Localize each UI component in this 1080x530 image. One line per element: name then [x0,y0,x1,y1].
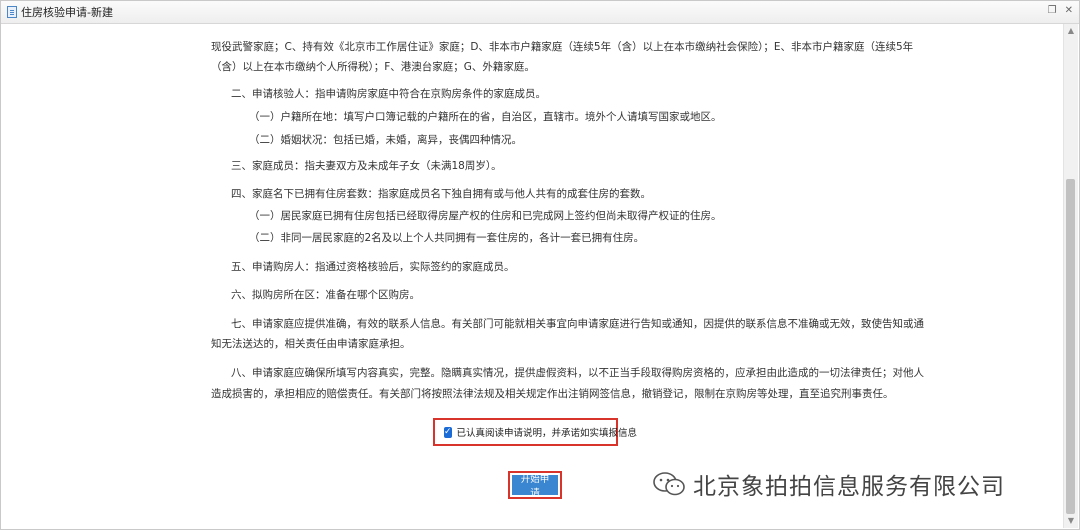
note-section-4: 四、家庭名下已拥有住房套数：指家庭成员名下独自拥有或与他人共有的成套住房的套数。 [231,188,651,200]
window-controls: ❐ ✕ [1048,5,1073,16]
note-line: （一）居民家庭已拥有住房包括已经取得房屋产权的住房和已完成网上签约但尚未取得产权… [249,210,722,222]
scroll-up-icon[interactable]: ▲ [1064,24,1078,38]
window-title: 住房核验申请-新建 [21,6,113,19]
application-window: 住房核验申请-新建 ❐ ✕ 现役武警家庭；C、持有效《北京市工作居住证》家庭；D… [0,0,1080,530]
document-icon [7,6,17,18]
start-application-button[interactable]: 开始申请 [512,474,558,499]
watermark-text: 北京象拍拍信息服务有限公司 [693,474,1005,500]
note-section-5: 五、申请购房人：指通过资格核验后，实际签约的家庭成员。 [231,261,515,273]
note-section-8: 八、申请家庭应确保所填写内容真实，完整。隐瞒真实情况，提供虚假资料，以不正当手段… [231,367,924,379]
vertical-scrollbar[interactable]: ▲ ▼ [1063,24,1078,528]
note-line: （二）婚姻状况：包括已婚，未婚，离异，丧偶四种情况。 [249,134,522,146]
note-line: 造成损害的，承担相应的赔偿责任。有关部门将按照法律法规及相关规定作出注销网签信息… [211,388,894,400]
note-section-3: 三、家庭成员：指夫妻双方及未成年子女（未满18周岁）。 [231,160,502,172]
note-line: （二）非同一居民家庭的2名及以上个人共同拥有一套住房的，各计一套已拥有住房。 [249,232,645,244]
note-line: （含）以上在本市缴纳个人所得税）；F、港澳台家庭；G、外籍家庭。 [211,61,535,73]
agreement-checkbox[interactable]: ✓ [444,426,452,438]
note-section-2: 二、申请核验人：指申请购房家庭中符合在京购房条件的家庭成员。 [231,88,546,100]
watermark: 北京象拍拍信息服务有限公司 [651,467,1005,501]
note-line: （一）户籍所在地：填写户口簿记载的户籍所在的省，自治区，直辖市。境外个人请填写国… [249,111,722,123]
note-section-7: 七、申请家庭应提供准确，有效的联系人信息。有关部门可能就相关事宜向申请家庭进行告… [231,318,924,330]
agreement-label[interactable]: 已认真阅读申请说明，并承诺如实填报信息 [457,425,638,439]
start-button-highlight: 开始申请 [508,471,562,499]
scroll-down-icon[interactable]: ▼ [1064,514,1078,528]
note-section-6: 六、拟购房所在区：准备在哪个区购房。 [231,289,420,301]
note-line: 知无法送达的，相关责任由申请家庭承担。 [211,338,411,350]
instructions-panel: 现役武警家庭；C、持有效《北京市工作居住证》家庭；D、非本市户籍家庭（连续5年（… [1,24,1065,529]
scrollbar-thumb[interactable] [1066,179,1075,514]
wechat-icon [653,472,685,496]
agreement-checkbox-row[interactable]: ✓ 已认真阅读申请说明，并承诺如实填报信息 [433,418,637,446]
close-icon[interactable]: ✕ [1065,5,1073,16]
restore-icon[interactable]: ❐ [1048,5,1057,16]
note-line: 现役武警家庭；C、持有效《北京市工作居住证》家庭；D、非本市户籍家庭（连续5年（… [211,41,914,53]
title-bar: 住房核验申请-新建 ❐ ✕ [1,1,1079,24]
